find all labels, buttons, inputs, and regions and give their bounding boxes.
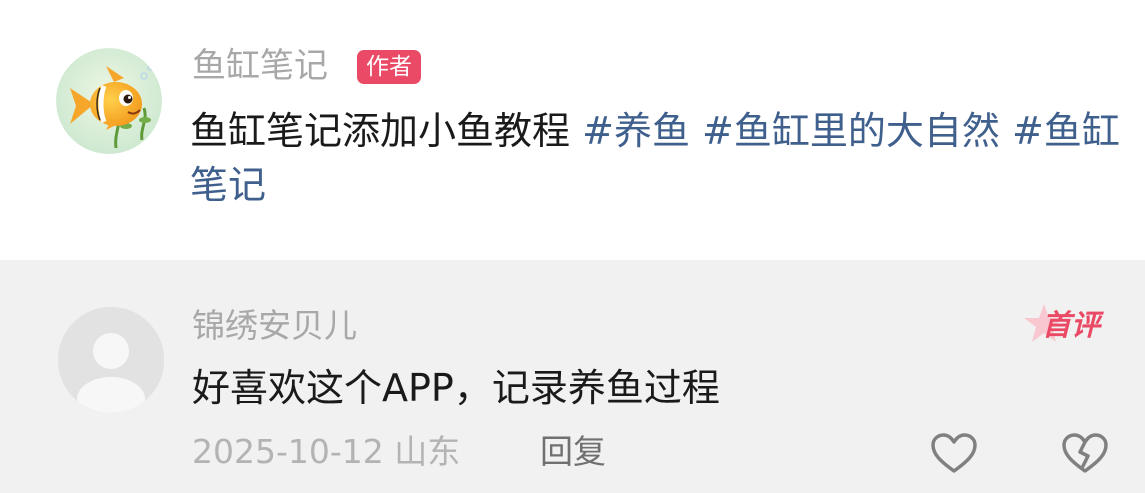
comment-text: 好喜欢这个APP，记录养鱼过程 (192, 366, 720, 410)
default-user-avatar-icon[interactable] (58, 307, 164, 413)
reply-button[interactable]: 回复 (540, 430, 606, 474)
hashtag-link[interactable]: #鱼缸里的大自然 (702, 109, 1000, 153)
hashtag-link[interactable]: #养鱼 (582, 109, 690, 153)
author-badge: 作者 (357, 50, 421, 84)
broken-heart-icon[interactable] (1061, 432, 1109, 474)
post-content: 鱼缸笔记添加小鱼教程 #养鱼 #鱼缸里的大自然 #鱼缸笔记 (190, 104, 1120, 212)
fish-avatar-icon[interactable] (56, 48, 162, 154)
heart-icon[interactable] (930, 432, 978, 474)
comment-item: 锦绣安贝儿 首评 好喜欢这个APP，记录养鱼过程 2025-10-12 山东 回… (0, 260, 1145, 493)
comment-username[interactable]: 锦绣安贝儿 (192, 304, 357, 348)
first-comment-badge: 首评 (1022, 300, 1112, 350)
post-author-name[interactable]: 鱼缸笔记 (192, 44, 328, 88)
first-comment-label: 首评 (1042, 308, 1101, 342)
comment-date-location: 2025-10-12 山东 (192, 432, 461, 471)
post-header: 鱼缸笔记 作者 鱼缸笔记添加小鱼教程 #养鱼 #鱼缸里的大自然 #鱼缸笔记 (0, 0, 1145, 260)
post-text: 鱼缸笔记添加小鱼教程 (190, 109, 571, 153)
